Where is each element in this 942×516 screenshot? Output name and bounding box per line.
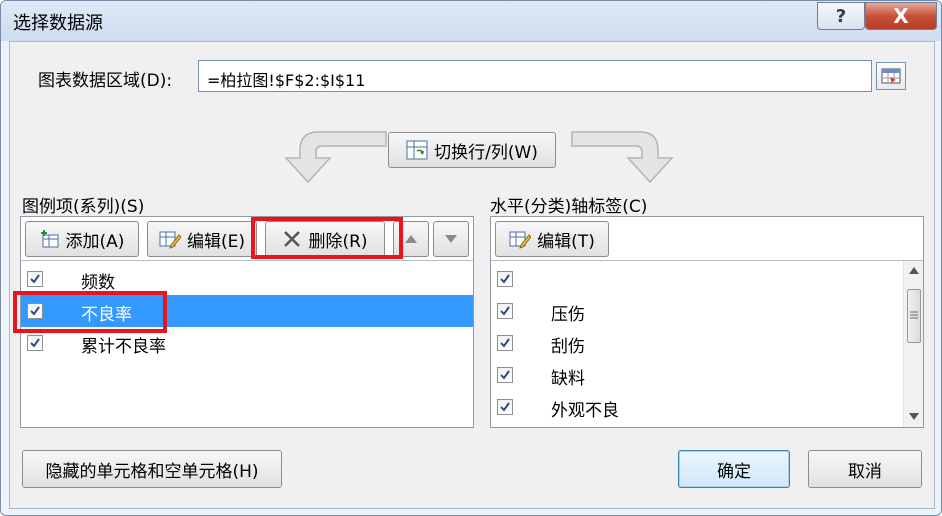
- range-picker-icon: [881, 68, 901, 84]
- scroll-up-icon: [909, 267, 919, 274]
- axis-labels-panel: 编辑(T) 压伤 刮伤 缺料 外观不良: [490, 216, 924, 428]
- add-series-button[interactable]: 添加(A): [25, 221, 139, 257]
- edit-series-button[interactable]: 编辑(E): [147, 221, 257, 257]
- delete-icon: [284, 231, 301, 247]
- series-checkbox[interactable]: [27, 303, 43, 319]
- cancel-button[interactable]: 取消: [808, 450, 922, 488]
- left-curved-arrow-icon: [284, 131, 387, 184]
- legend-toolbar: 添加(A) 编辑(E) 删除(R): [21, 217, 473, 261]
- edit-icon: [159, 231, 181, 249]
- move-down-button[interactable]: [433, 221, 469, 257]
- legend-series-row-1[interactable]: 不良率: [21, 295, 473, 327]
- axis-label-checkbox[interactable]: [497, 399, 513, 415]
- range-picker-button[interactable]: [876, 62, 906, 90]
- close-icon: X: [893, 4, 909, 28]
- checkmark-icon: [500, 338, 510, 348]
- axis-label-checkbox[interactable]: [497, 303, 513, 319]
- axis-labels-scrollbar[interactable]: [903, 261, 923, 427]
- move-up-icon: [405, 235, 417, 243]
- switch-row-column-button[interactable]: 切换行/列(W): [388, 132, 556, 168]
- dialog-body: 图表数据区域(D): =柏拉图!$F$2:$I$11 切换行/列(W) 图例项(…: [9, 41, 935, 509]
- help-icon: ?: [835, 5, 847, 27]
- axis-label-row-2[interactable]: 刮伤: [491, 327, 903, 359]
- series-checkbox[interactable]: [27, 271, 43, 287]
- axis-label-row-1[interactable]: 压伤: [491, 295, 903, 327]
- legend-series-row-2[interactable]: 累计不良率: [21, 327, 473, 359]
- series-name: 不良率: [81, 305, 132, 325]
- ok-label: 确定: [717, 461, 751, 482]
- hidden-empty-cells-button[interactable]: 隐藏的单元格和空单元格(H): [22, 450, 282, 488]
- axis-label-row-4[interactable]: 外观不良: [491, 391, 903, 423]
- legend-series-row-0[interactable]: 频数: [21, 263, 473, 295]
- dialog-title: 选择数据源: [13, 13, 103, 34]
- checkmark-icon: [30, 306, 40, 316]
- data-range-input[interactable]: =柏拉图!$F$2:$I$11: [198, 60, 872, 92]
- title-bar: 选择数据源 ? X: [1, 1, 941, 41]
- edit-axis-labels-button[interactable]: 编辑(T): [495, 221, 609, 257]
- axis-toolbar: 编辑(T): [491, 217, 923, 261]
- move-down-icon: [445, 235, 457, 243]
- grip-icon: [910, 311, 918, 319]
- axis-label-text: 刮伤: [551, 337, 585, 357]
- series-checkbox[interactable]: [27, 335, 43, 351]
- add-series-label: 添加(A): [65, 231, 125, 252]
- edit-icon: [509, 231, 532, 249]
- legend-series-label: 图例项(系列)(S): [22, 197, 145, 217]
- scroll-down-icon: [909, 413, 919, 420]
- axis-labels-label: 水平(分类)轴标签(C): [490, 197, 648, 217]
- checkmark-icon: [500, 306, 510, 316]
- axis-label-checkbox[interactable]: [497, 335, 513, 351]
- axis-label-row-3[interactable]: 缺料: [491, 359, 903, 391]
- legend-series-list: 频数 不良率 累计不良率: [21, 263, 473, 359]
- axis-label-checkbox[interactable]: [497, 367, 513, 383]
- ok-button[interactable]: 确定: [678, 450, 790, 488]
- cancel-label: 取消: [848, 461, 882, 482]
- add-icon: [40, 230, 59, 248]
- axis-labels-list: 压伤 刮伤 缺料 外观不良: [491, 263, 903, 423]
- series-name: 频数: [81, 273, 115, 293]
- edit-series-label: 编辑(E): [186, 231, 245, 252]
- axis-label-text: 缺料: [551, 369, 585, 389]
- help-button[interactable]: ?: [817, 2, 865, 30]
- data-range-label: 图表数据区域(D):: [38, 71, 173, 91]
- checkmark-icon: [500, 402, 510, 412]
- axis-label-text: 外观不良: [551, 401, 619, 421]
- axis-label-text: 压伤: [551, 305, 585, 325]
- delete-series-label: 删除(R): [308, 231, 368, 252]
- series-name: 累计不良率: [81, 337, 166, 357]
- delete-series-button[interactable]: 删除(R): [265, 221, 385, 257]
- axis-label-row-0[interactable]: [491, 263, 903, 295]
- switch-icon: [406, 140, 428, 160]
- axis-label-checkbox[interactable]: [497, 271, 513, 287]
- checkmark-icon: [30, 274, 40, 284]
- close-button[interactable]: X: [865, 2, 937, 30]
- move-up-button[interactable]: [393, 221, 429, 257]
- edit-axis-labels-label: 编辑(T): [537, 231, 595, 252]
- checkmark-icon: [500, 274, 510, 284]
- switch-row-column-label: 切换行/列(W): [434, 142, 538, 163]
- checkmark-icon: [30, 338, 40, 348]
- legend-series-panel: 添加(A) 编辑(E) 删除(R) 频数 不良率 累计不良率: [20, 216, 474, 428]
- checkmark-icon: [500, 370, 510, 380]
- right-curved-arrow-icon: [571, 131, 674, 184]
- scroll-thumb[interactable]: [907, 289, 921, 343]
- hidden-empty-cells-label: 隐藏的单元格和空单元格(H): [45, 461, 259, 482]
- select-data-source-dialog: 选择数据源 ? X 图表数据区域(D): =柏拉图!$F$2:$I$11 切换行…: [0, 0, 942, 516]
